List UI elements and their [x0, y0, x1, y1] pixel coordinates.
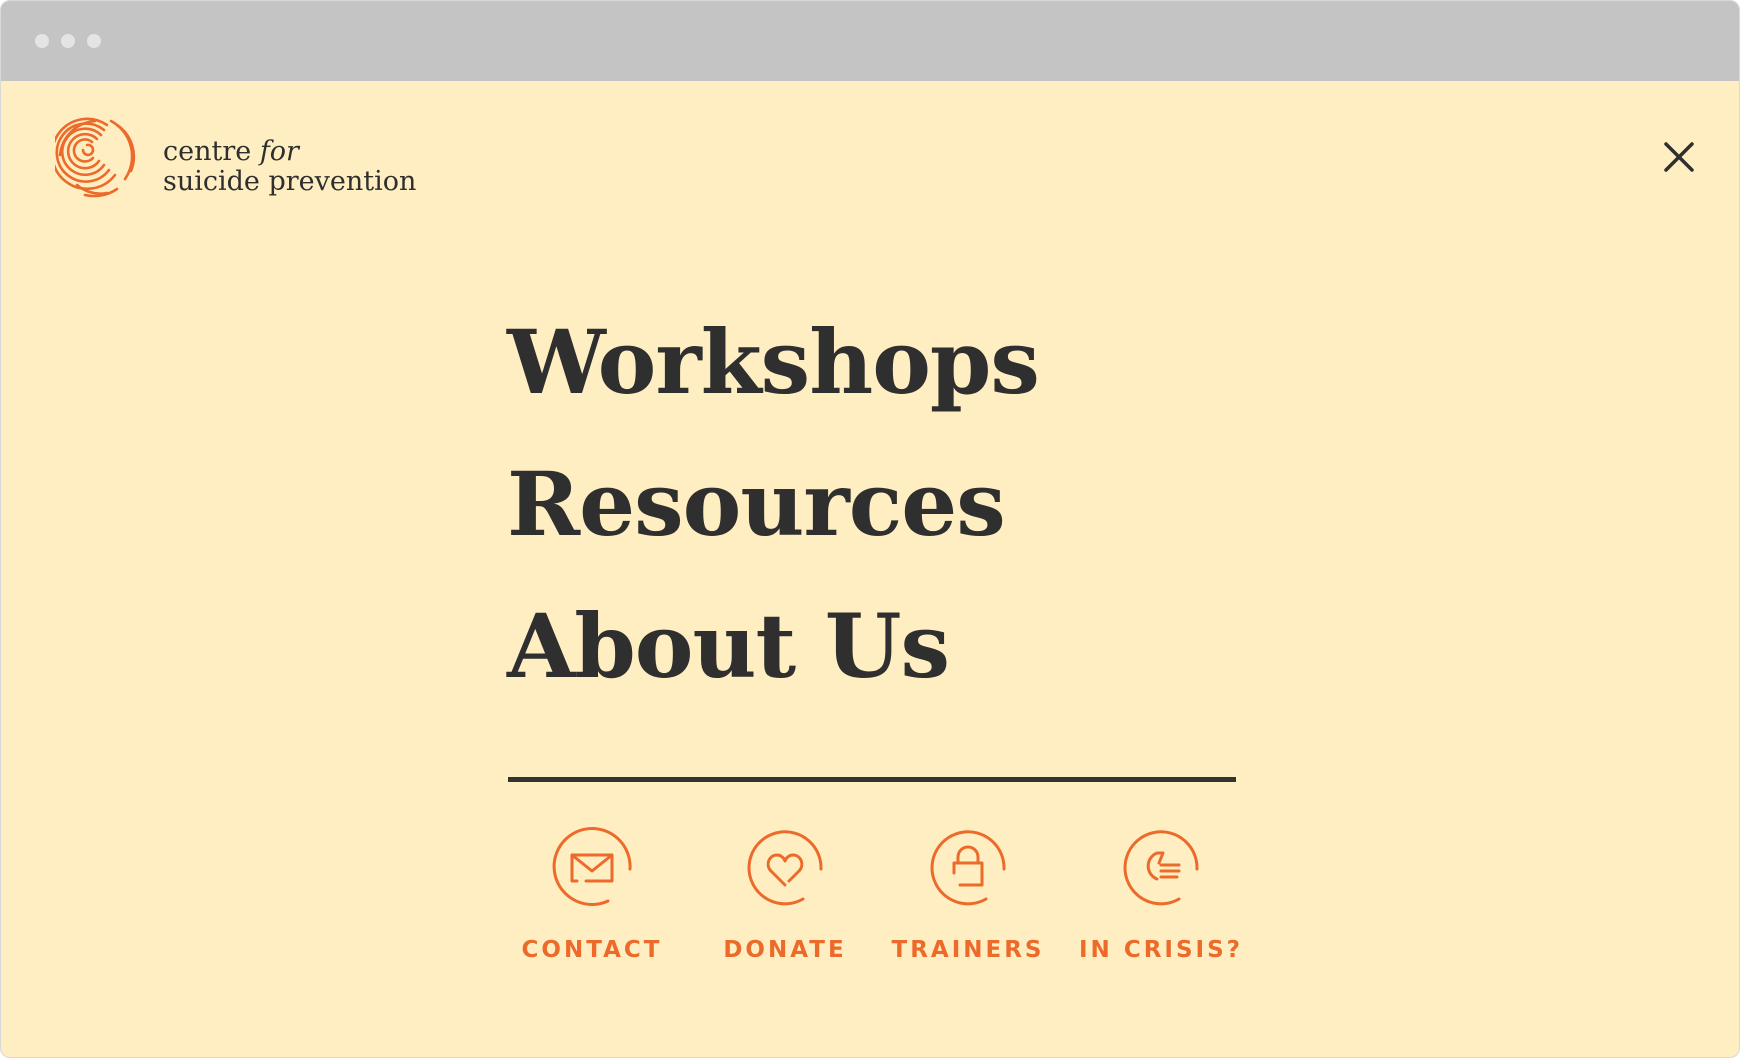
donate-link[interactable]: DONATE	[700, 823, 870, 963]
brand-line2: suicide prevention	[163, 166, 417, 197]
trainers-link[interactable]: TRAINERS	[883, 823, 1053, 963]
heart-icon	[747, 830, 823, 906]
menu-item-about-us[interactable]: About Us	[507, 575, 1267, 717]
contact-link[interactable]: CONTACT	[507, 823, 677, 963]
close-icon	[1664, 142, 1694, 172]
close-menu-button[interactable]	[1661, 139, 1697, 175]
brand-name: centre for suicide prevention	[163, 137, 416, 197]
trainers-label: TRAINERS	[891, 937, 1045, 963]
window-control-dot[interactable]	[61, 34, 75, 48]
window-control-dot[interactable]	[87, 34, 101, 48]
browser-window: centre for suicide prevention Workshops …	[0, 0, 1740, 1058]
mail-icon	[552, 827, 632, 906]
main-menu: Workshops Resources About Us	[507, 291, 1267, 717]
hand-icon	[1123, 830, 1199, 906]
menu-item-workshops[interactable]: Workshops	[507, 291, 1267, 433]
brand-line1-italic: for	[259, 136, 299, 167]
fingerprint-logo-icon	[55, 117, 136, 198]
browser-titlebar	[1, 1, 1739, 81]
menu-divider	[508, 777, 1236, 782]
site-logo[interactable]: centre for suicide prevention	[55, 115, 435, 205]
in-crisis-link[interactable]: IN CRISIS?	[1076, 823, 1246, 963]
menu-item-resources[interactable]: Resources	[507, 433, 1267, 575]
lock-icon	[930, 830, 1006, 906]
brand-line1: centre	[163, 136, 260, 167]
donate-label: DONATE	[723, 937, 847, 963]
contact-label: CONTACT	[521, 937, 663, 963]
in-crisis-label: IN CRISIS?	[1079, 937, 1243, 963]
window-control-dot[interactable]	[35, 34, 49, 48]
quick-links: CONTACT DONATE TRAINERS IN CRISIS?	[507, 823, 1267, 963]
